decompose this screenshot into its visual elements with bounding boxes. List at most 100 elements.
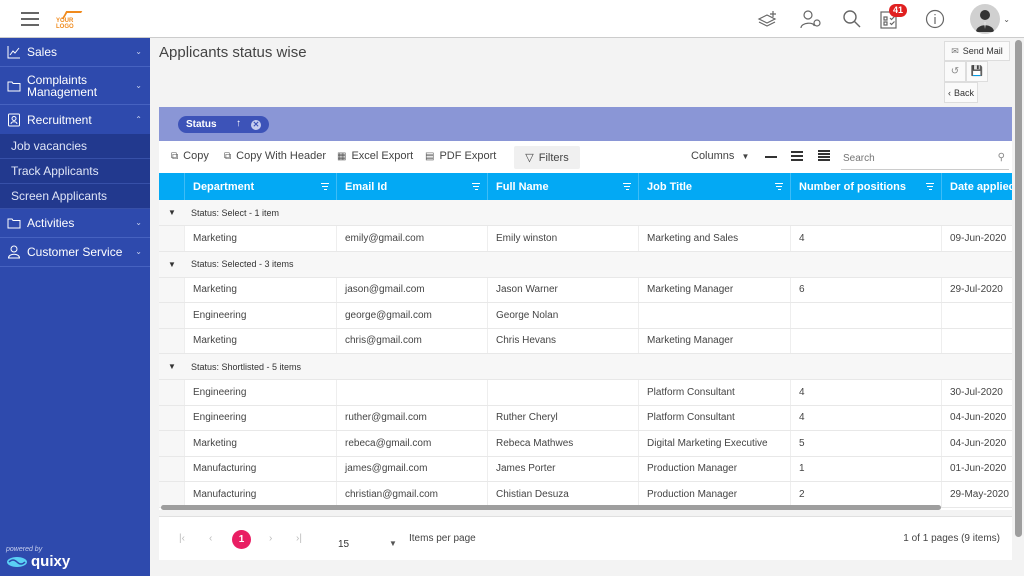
table-cell[interactable]: Marketing [185, 328, 337, 353]
table-row[interactable]: Marketing rebeca@gmail.com Rebeca Mathwes D… [159, 431, 1012, 457]
table-cell[interactable]: James Porter [488, 456, 639, 481]
table-row[interactable]: Engineering george@gmail.com George Nolan [159, 303, 1012, 329]
table-cell[interactable] [942, 329, 1012, 354]
table-cell[interactable]: 30-Jul-2020 [942, 380, 1012, 405]
column-filter-icon[interactable] [926, 183, 934, 192]
table-cell[interactable]: Emily winston [488, 226, 639, 251]
table-cell[interactable]: rebeca@gmail.com [337, 431, 488, 456]
table-cell[interactable]: Platform Consultant [639, 405, 791, 430]
table-cell[interactable]: Chistian Desuza [488, 482, 639, 507]
table-cell[interactable]: 6 [791, 277, 942, 302]
collapse-group-icon[interactable]: ▼ [159, 208, 185, 217]
table-cell[interactable]: 29-May-2020 [942, 482, 1012, 507]
density-medium-icon[interactable] [791, 151, 803, 163]
table-row[interactable]: Marketing emily@gmail.com Emily winston Mar… [159, 226, 1012, 252]
table-row[interactable]: Engineering Platform Consultant 4 30-Jul-20… [159, 380, 1012, 406]
sidebar-item-activities[interactable]: Activities ⌄ [0, 209, 150, 238]
table-cell[interactable]: George Nolan [488, 303, 639, 328]
table-cell[interactable]: 04-Jun-2020 [942, 431, 1012, 456]
table-cell[interactable] [337, 380, 488, 405]
table-cell[interactable]: Platform Consultant [639, 380, 791, 405]
table-cell[interactable]: james@gmail.com [337, 456, 488, 481]
sidebar-subitem-track-applicants[interactable]: Track Applicants [0, 159, 150, 184]
table-row[interactable]: Manufacturing james@gmail.com James Porter… [159, 456, 1012, 482]
tasks-icon[interactable]: 41 [879, 4, 908, 29]
table-cell[interactable]: 04-Jun-2020 [942, 406, 1012, 431]
column-filter-icon[interactable] [472, 183, 480, 192]
vertical-scrollbar[interactable] [1015, 40, 1022, 537]
next-page-icon[interactable]: › [269, 533, 272, 544]
table-cell[interactable]: Marketing Manager [639, 277, 791, 302]
table-cell[interactable]: Engineering [185, 405, 337, 430]
columns-dropdown[interactable]: Columns ▼ [691, 150, 749, 162]
table-cell[interactable] [791, 328, 942, 353]
page-size-select[interactable]: 15 [338, 539, 349, 550]
table-cell[interactable]: Marketing [185, 431, 337, 456]
density-compact-icon[interactable] [765, 156, 777, 160]
table-cell[interactable]: 29-Jul-2020 [942, 278, 1012, 303]
table-cell[interactable]: jason@gmail.com [337, 277, 488, 302]
table-cell[interactable] [791, 303, 942, 328]
table-cell[interactable]: Manufacturing [185, 456, 337, 481]
density-comfortable-icon[interactable] [818, 150, 830, 162]
column-filter-icon[interactable] [623, 183, 631, 192]
table-cell[interactable]: Production Manager [639, 456, 791, 481]
table-cell[interactable] [639, 303, 791, 328]
table-cell[interactable]: 4 [791, 405, 942, 430]
back-button[interactable]: ‹ Back [944, 82, 978, 103]
copy-button[interactable]: ⧉ Copy [171, 150, 209, 162]
collapse-group-icon[interactable]: ▼ [159, 362, 185, 371]
caret-down-icon[interactable]: ▼ [389, 539, 397, 548]
table-cell[interactable]: 09-Jun-2020 [942, 226, 1012, 251]
table-cell[interactable]: Marketing [185, 277, 337, 302]
filters-button[interactable]: ▽ Filters [514, 146, 580, 169]
first-page-icon[interactable]: |‹ [179, 533, 185, 544]
remove-group-icon[interactable]: ✕ [251, 120, 261, 130]
logo[interactable]: YOUR LOGO [56, 11, 88, 30]
save-button[interactable]: 💾 [966, 61, 988, 82]
table-cell[interactable]: ruther@gmail.com [337, 405, 488, 430]
table-cell[interactable]: Engineering [185, 303, 337, 328]
table-cell[interactable]: Ruther Cheryl [488, 405, 639, 430]
sidebar-item-sales[interactable]: Sales ⌄ [0, 38, 150, 67]
sidebar-item-complaints-management[interactable]: Complaints Management ⌄ [0, 67, 150, 105]
table-row[interactable]: Marketing chris@gmail.com Chris Hevans Mark… [159, 328, 1012, 354]
info-icon[interactable] [925, 9, 947, 29]
table-cell[interactable]: Production Manager [639, 482, 791, 507]
table-cell[interactable]: chris@gmail.com [337, 328, 488, 353]
table-cell[interactable]: 2 [791, 482, 942, 507]
table-cell[interactable] [942, 303, 1012, 328]
send-mail-button[interactable]: ✉ Send Mail [944, 41, 1010, 61]
table-cell[interactable] [488, 380, 639, 405]
column-filter-icon[interactable] [321, 183, 329, 192]
collapse-group-icon[interactable]: ▼ [159, 260, 185, 269]
avatar[interactable] [970, 4, 1000, 34]
sidebar-subitem-job-vacancies[interactable]: Job vacancies [0, 134, 150, 159]
table-row[interactable]: Engineering ruther@gmail.com Ruther Cheryl… [159, 405, 1012, 431]
page-button-current[interactable]: 1 [232, 530, 251, 549]
table-cell[interactable]: christian@gmail.com [337, 482, 488, 507]
column-header[interactable]: Email Id [337, 173, 488, 200]
search-icon[interactable]: ⚲ [998, 152, 1005, 163]
table-cell[interactable]: Manufacturing [185, 482, 337, 507]
table-cell[interactable]: Chris Hevans [488, 328, 639, 353]
column-header[interactable]: Department [185, 173, 337, 200]
pdf-export-button[interactable]: ▤ PDF Export [425, 150, 496, 162]
last-page-icon[interactable]: ›| [296, 533, 302, 544]
table-cell[interactable]: emily@gmail.com [337, 226, 488, 251]
table-cell[interactable]: Digital Marketing Executive [639, 431, 791, 456]
user-settings-icon[interactable] [800, 9, 822, 29]
table-cell[interactable]: 4 [791, 380, 942, 405]
prev-page-icon[interactable]: ‹ [209, 533, 212, 544]
table-cell[interactable]: Marketing [185, 226, 337, 251]
undo-button[interactable]: ↺ [944, 61, 966, 82]
column-header[interactable]: Date applied [942, 173, 1012, 200]
horizontal-scrollbar[interactable] [161, 505, 941, 510]
table-cell[interactable]: 01-Jun-2020 [942, 457, 1012, 482]
copy-with-header-button[interactable]: ⧉ Copy With Header [224, 150, 326, 162]
table-cell[interactable]: george@gmail.com [337, 303, 488, 328]
table-cell[interactable]: Engineering [185, 380, 337, 405]
add-layers-icon[interactable] [757, 9, 779, 29]
search-input[interactable] [841, 148, 991, 168]
column-header[interactable]: Full Name [488, 173, 639, 200]
